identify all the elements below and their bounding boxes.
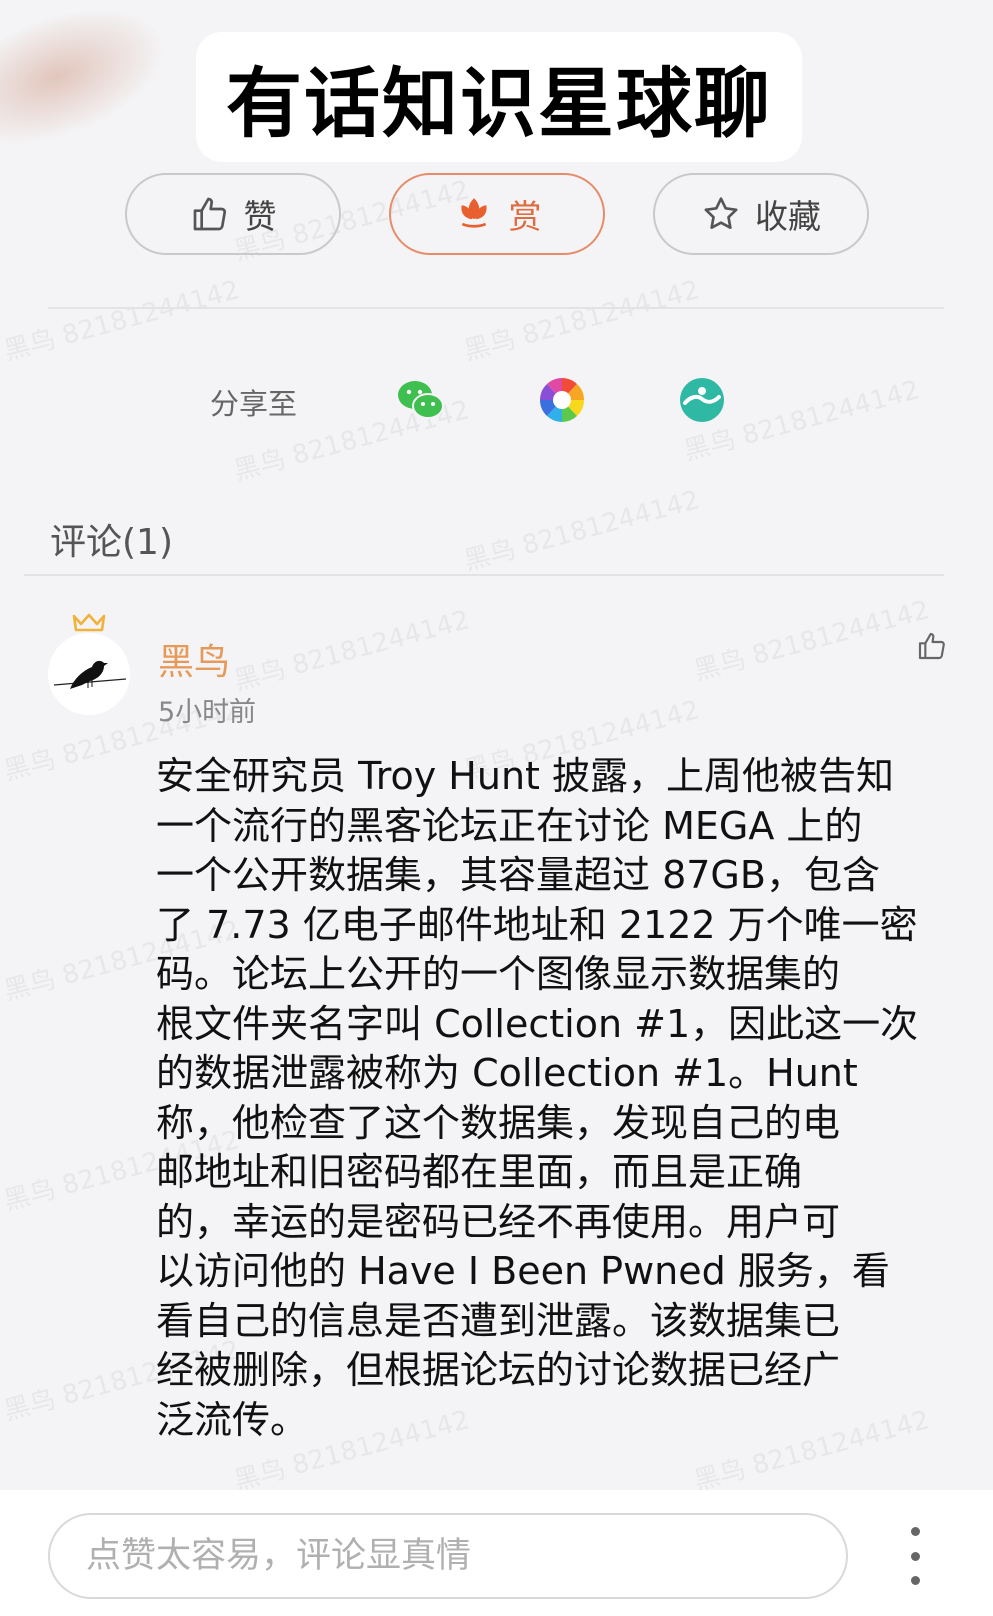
page-title: 有话知识星球聊 — [226, 59, 772, 148]
wechat-icon[interactable] — [394, 373, 448, 427]
qzone-icon[interactable] — [675, 373, 729, 427]
thumbs-up-icon — [193, 197, 226, 231]
comment-line: 安全研究员 Troy Hunt 披露，上周他被告知 — [156, 754, 895, 798]
decorative-brush — [0, 0, 185, 159]
favorite-label: 收藏 — [755, 198, 821, 235]
comment-input[interactable] — [48, 1513, 848, 1599]
favorite-button[interactable]: 收藏 — [653, 173, 869, 255]
comment-line: 一个流行的黑客论坛正在讨论 MEGA 上的 — [156, 803, 863, 848]
crown-icon — [72, 613, 106, 632]
more-dot — [910, 1527, 920, 1536]
thumbs-up-icon[interactable] — [916, 630, 948, 662]
lotus-icon — [460, 198, 487, 228]
more-dot — [910, 1551, 920, 1561]
like-label: 赞 — [243, 198, 277, 235]
like-button[interactable]: 赞 — [125, 173, 341, 255]
comment-text: 安全研究员 Troy Hunt 披露，上周他被告知 一个流行的黑客论坛正在讨论 … — [156, 752, 956, 1445]
comment-line: 称，他检查了这个数据集，发现自己的电 — [156, 1100, 841, 1145]
comment-line: 码。论坛上公开的一个图像显示数据集的 — [156, 952, 841, 996]
comment-line: 邮地址和旧密码都在里面，而且是正确 — [156, 1150, 803, 1194]
watermark: 黑鸟 82181244142 — [0, 275, 243, 367]
star-icon — [704, 197, 738, 229]
watermark: 黑鸟 82181244142 — [460, 275, 703, 367]
share-label: 分享至 — [210, 387, 298, 421]
reward-button[interactable]: 赏 — [389, 173, 605, 255]
app-screen: 黑鸟 82181244142 黑鸟 82181244142 黑鸟 8218124… — [0, 0, 993, 1616]
comment-line: 经被删除，但根据论坛的讨论数据已经广 — [156, 1348, 841, 1392]
watermark: 黑鸟 82181244142 — [460, 485, 703, 577]
comment-line: 一个公开数据集，其容量超过 87GB，包含 — [156, 853, 880, 897]
avatar[interactable] — [48, 633, 130, 715]
divider — [48, 307, 944, 309]
comment-line: 以访问他的 Have I Been Pwned 服务，看 — [156, 1249, 890, 1293]
comment-username[interactable]: 黑鸟 — [158, 633, 230, 685]
divider — [24, 574, 944, 576]
comment-line: 的数据泄露被称为 Collection #1。Hunt — [156, 1051, 858, 1095]
blackbird-icon — [48, 633, 130, 715]
comment-line: 看自己的信息是否遭到泄露。该数据集已 — [156, 1298, 841, 1343]
more-dot — [910, 1576, 920, 1585]
more-options-button[interactable] — [900, 1521, 930, 1591]
comment-line: 根文件夹名字叫 Collection #1，因此这一次 — [156, 1001, 919, 1046]
comments-header: 评论(1) — [50, 522, 173, 563]
reward-label: 赏 — [508, 198, 542, 235]
comment-line: 的，幸运的是密码已经不再使用。用户可 — [156, 1199, 841, 1244]
title-banner: 有话知识星球聊 — [196, 32, 802, 162]
watermark: 黑鸟 82181244142 — [230, 605, 473, 697]
moments-icon[interactable] — [535, 373, 589, 427]
comment-line: 了 7.73 亿电子邮件地址和 2122 万个唯一密 — [156, 902, 918, 947]
comment-timestamp: 5小时前 — [158, 697, 257, 728]
watermark: 黑鸟 82181244142 — [690, 595, 933, 687]
comment-line: 泛流传。 — [156, 1397, 309, 1442]
